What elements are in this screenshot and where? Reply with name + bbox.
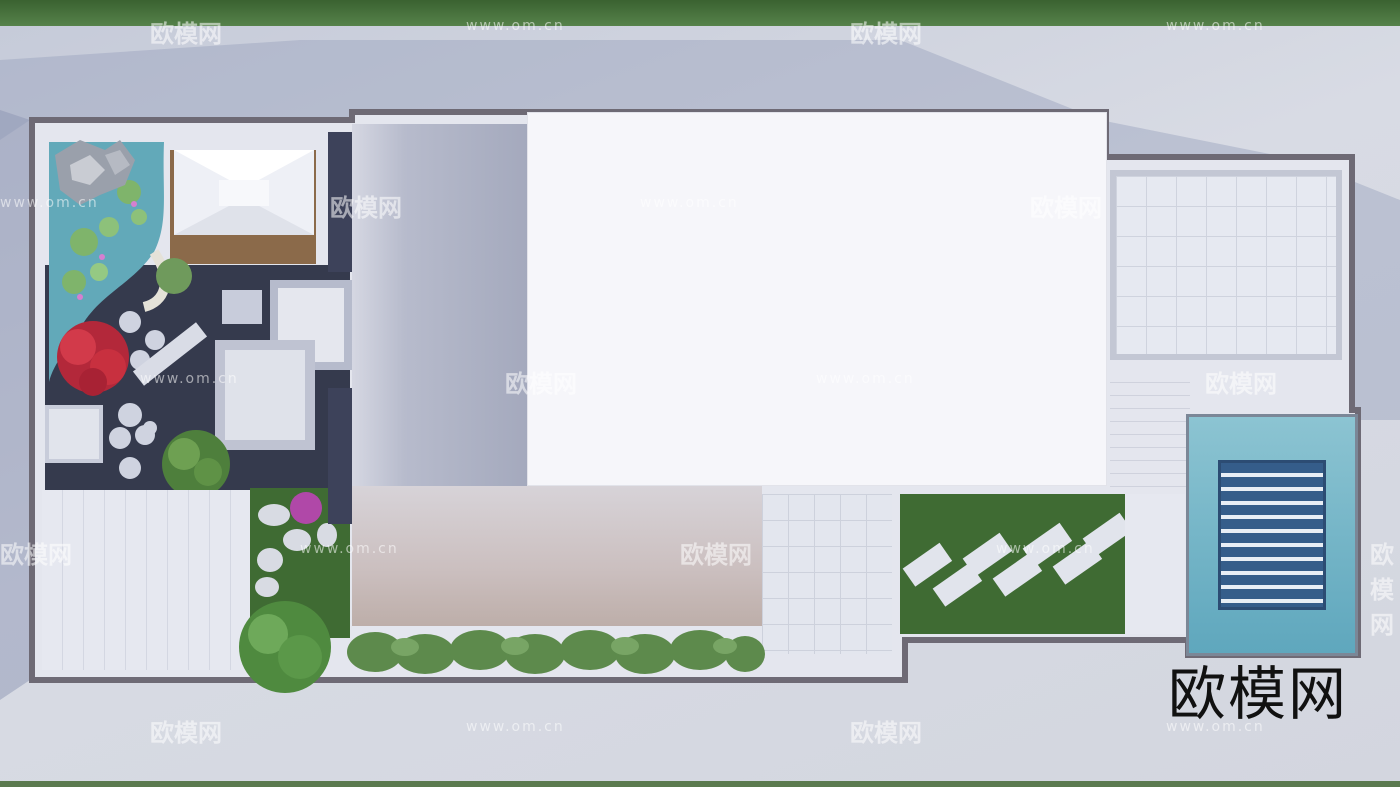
watermark-brand: 欧模网 <box>330 194 402 222</box>
watermark-brand: 欧模网 <box>1370 541 1394 639</box>
watermark-site: www.om.cn <box>466 719 565 735</box>
watermark-brand: 欧模网 <box>1030 194 1102 222</box>
watermark-site: www.om.cn <box>140 371 239 387</box>
garden-pavilion-roof <box>174 150 314 235</box>
red-maple-tree <box>57 321 129 396</box>
lower-left-deck <box>42 490 250 670</box>
watermark-site: www.om.cn <box>640 195 739 211</box>
watermark-brand: 欧模网 <box>680 541 752 569</box>
watermark-brand: 欧模网 <box>0 541 72 569</box>
building-gutter-left-lower <box>328 388 352 524</box>
watermark-brand: 欧模网 <box>505 370 577 398</box>
watermark-brand: 欧模网 <box>850 20 922 48</box>
watermark-site: www.om.cn <box>996 541 1095 557</box>
rockery <box>55 140 135 205</box>
watermark-brand: 欧模网 <box>150 20 222 48</box>
watermark-brand: 欧模网 <box>150 719 222 747</box>
right-terrace-tiles <box>1110 170 1342 360</box>
watermark-brand: 欧模网 <box>850 719 922 747</box>
diagonal-pavers <box>902 494 1185 634</box>
pond-shrub <box>156 258 192 294</box>
watermark-site: www.om.cn <box>0 195 99 211</box>
watermark-site: www.om.cn <box>466 18 565 34</box>
lower-green-tree <box>239 601 331 693</box>
courtyard-small-square <box>45 405 103 463</box>
sloped-roof-section <box>352 124 528 486</box>
bottom-hedge <box>347 630 765 674</box>
purple-flower-shrub <box>290 492 322 524</box>
watermark-site: www.om.cn <box>1166 18 1265 34</box>
main-flat-roof <box>527 112 1107 486</box>
watermark-site: www.om.cn <box>300 541 399 557</box>
brand-logo-text: 欧模网 <box>1168 660 1349 728</box>
aerial-villa-render: 欧模网 www.om.cn 欧模网 www.om.cn www.om.cn 欧模… <box>0 0 1400 787</box>
courtyard-tile-square <box>222 290 262 324</box>
pool-cover-grid <box>1218 460 1326 610</box>
center-lower-terrace <box>762 494 892 654</box>
watermark-brand: 欧模网 <box>1205 370 1277 398</box>
right-terrace-steps <box>1110 370 1190 490</box>
watermark-site: www.om.cn <box>816 371 915 387</box>
